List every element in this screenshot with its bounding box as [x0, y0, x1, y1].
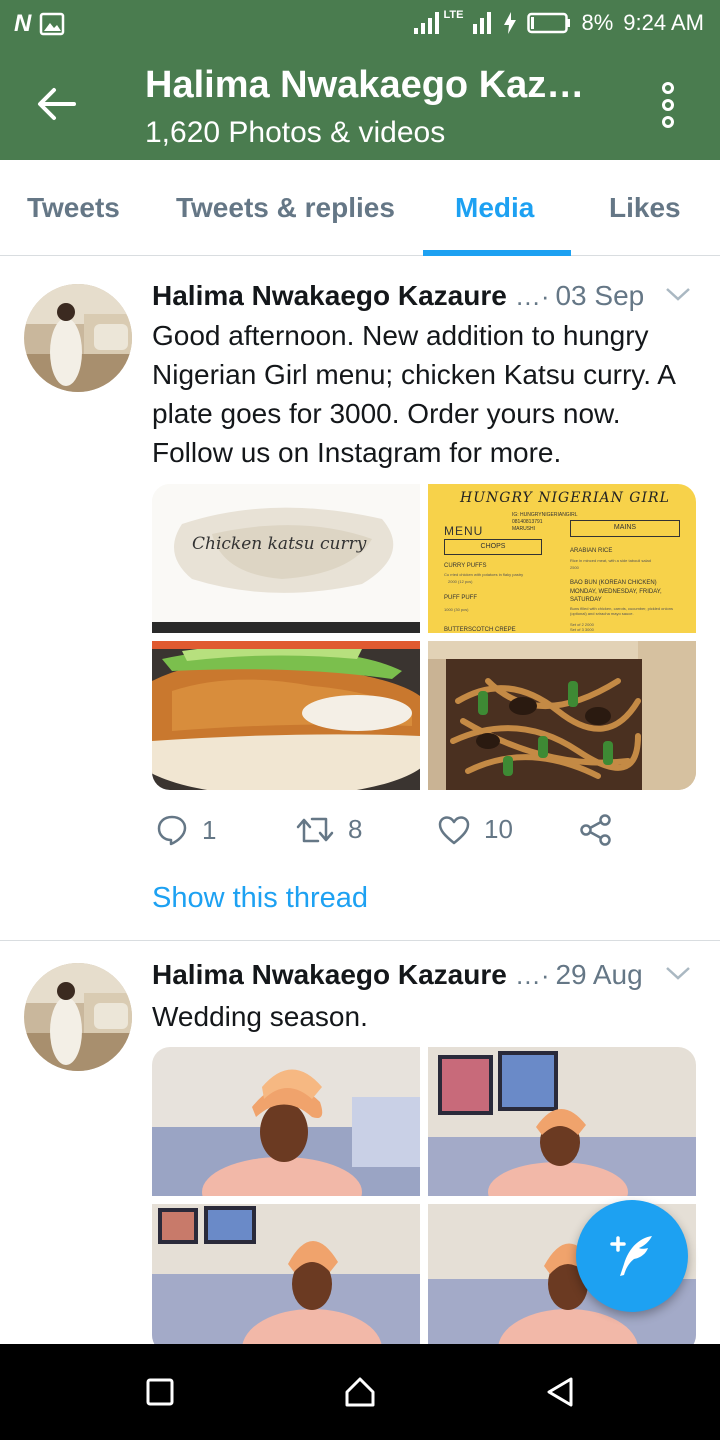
profile-subtitle: 1,620 Photos & videos — [145, 116, 446, 149]
back-arrow-icon — [38, 88, 76, 120]
share-button[interactable] — [580, 814, 612, 846]
reply-icon — [157, 815, 187, 846]
avatar[interactable] — [24, 963, 132, 1071]
system-nav-bar — [0, 1344, 720, 1440]
app-header: Halima Nwakaego Kaza… 1,620 Photos & vid… — [0, 48, 720, 160]
media-image-menu[interactable]: HUNGRY NIGERIAN GIRL IG: HUNGRYNIGERIANG… — [428, 484, 696, 633]
tweet-header: Halima Nwakaego Kazaure …· 03 Sep — [152, 280, 692, 312]
like-button[interactable]: 10 — [438, 814, 513, 845]
compose-tweet-button[interactable] — [576, 1200, 688, 1312]
tweet-separator: …· — [514, 960, 550, 990]
clock: 9:24 AM — [623, 10, 704, 35]
tweet-text: Wedding season. — [152, 1001, 368, 1032]
signal-icon-2 — [473, 12, 492, 34]
media-image[interactable] — [152, 641, 420, 790]
triangle-back-icon — [547, 1377, 573, 1407]
tweet-text: Good afternoon. New addition to hungry N… — [152, 320, 675, 468]
heart-icon — [438, 815, 470, 844]
signal-icon — [413, 12, 439, 34]
media-image[interactable]: Chicken katsu curry — [152, 484, 420, 633]
menu-city: MARUSHI — [512, 526, 536, 532]
back-nav-button[interactable] — [540, 1372, 580, 1412]
menu-title: HUNGRY NIGERIAN GIRL — [460, 490, 670, 506]
menu-handle: IG: HUNGRYNIGERIANGIRL — [512, 512, 578, 518]
avatar[interactable] — [24, 284, 132, 392]
square-icon — [146, 1378, 174, 1406]
menu-item-price: Set of 3 3000 — [570, 627, 594, 632]
media-image[interactable] — [428, 641, 696, 790]
menu-item-desc: Rice in minced meat, with a side tabouli… — [570, 558, 651, 563]
retweet-count: 8 — [348, 814, 363, 844]
menu-item-price: 2500 — [570, 565, 579, 570]
share-icon — [580, 814, 611, 846]
menu-item-desc: Cu rried chicken with potatoes in flaky … — [444, 572, 524, 577]
battery-icon — [527, 12, 571, 34]
menu-item-price: 2000 (12 pcs) — [448, 579, 473, 584]
chops-label: CHOPS — [444, 539, 542, 555]
tweet-date[interactable]: 03 Sep — [555, 280, 644, 312]
tab-media[interactable]: Media — [455, 192, 534, 224]
media-image[interactable] — [428, 1047, 696, 1196]
tab-active-indicator — [423, 250, 571, 256]
menu-item: CURRY PUFFS — [444, 563, 487, 569]
profile-tabs: Tweets Tweets & replies Media Likes — [0, 160, 720, 256]
menu-item: BUTTERSCOTCH CREPE — [444, 627, 516, 633]
tweet-header: Halima Nwakaego Kazaure …· 29 Aug — [152, 959, 692, 991]
media-image[interactable] — [152, 1204, 420, 1344]
menu-item-desc: Buns filled with chicken, carrots, cucum… — [570, 606, 673, 616]
show-thread-link[interactable]: Show this thread — [152, 882, 368, 915]
menu-item-price: 1000 (30 pcs) — [444, 607, 469, 612]
menu-item-days: MONDAY, WEDNESDAY, FRIDAY, SATURDAY — [570, 589, 662, 603]
tweet-date[interactable]: 29 Aug — [555, 959, 642, 991]
tab-tweets-replies[interactable]: Tweets & replies — [176, 192, 395, 224]
dot-icon — [662, 82, 674, 94]
chevron-down-icon[interactable] — [664, 284, 692, 304]
tab-tweets[interactable]: Tweets — [27, 192, 120, 224]
dot-icon — [662, 116, 674, 128]
image-icon — [40, 12, 65, 36]
status-bar: N LTE 8% 9:24 AM — [0, 0, 720, 48]
tweet-media-grid: Chicken katsu curry HUNGRY NIGERIAN GIRL… — [152, 484, 696, 790]
tweet-author[interactable]: Halima Nwakaego Kazaure — [152, 280, 507, 312]
battery-level: 8% — [581, 10, 614, 35]
tab-likes[interactable]: Likes — [609, 192, 681, 224]
tweet-separator: …· — [514, 281, 550, 311]
compose-feather-icon — [610, 1236, 652, 1276]
lte-label: LTE — [443, 9, 464, 21]
like-count: 10 — [484, 814, 513, 844]
menu-label: MENU — [444, 524, 484, 538]
media-image[interactable] — [152, 1047, 420, 1196]
more-options-button[interactable] — [656, 82, 680, 128]
recents-button[interactable] — [140, 1372, 180, 1412]
menu-phone: 08140813791 — [512, 519, 543, 525]
back-button[interactable] — [32, 80, 80, 128]
tweet-actions: 1 8 10 — [152, 814, 672, 854]
charging-icon — [504, 12, 517, 34]
reply-count: 1 — [202, 814, 217, 845]
menu-item: PUFF PUFF — [444, 595, 477, 601]
menu-item: ARABIAN RICE — [570, 548, 613, 554]
media-image-caption: Chicken katsu curry — [192, 534, 367, 554]
retweet-button[interactable]: 8 — [296, 814, 362, 845]
menu-item: BAO BUN (KOREAN CHICKEN) — [570, 580, 657, 586]
mains-label: MAINS — [570, 520, 680, 537]
n-icon: N — [14, 10, 32, 37]
dot-icon — [662, 99, 674, 111]
retweet-icon — [296, 817, 334, 842]
home-button[interactable] — [340, 1372, 380, 1412]
tweet-author[interactable]: Halima Nwakaego Kazaure — [152, 959, 507, 991]
profile-title: Halima Nwakaego Kaza… — [145, 64, 600, 106]
tweet[interactable]: Halima Nwakaego Kazaure …· 03 Sep Good a… — [0, 262, 720, 938]
home-icon — [345, 1377, 375, 1407]
reply-button[interactable]: 1 — [156, 814, 216, 846]
chevron-down-icon[interactable] — [664, 963, 692, 983]
